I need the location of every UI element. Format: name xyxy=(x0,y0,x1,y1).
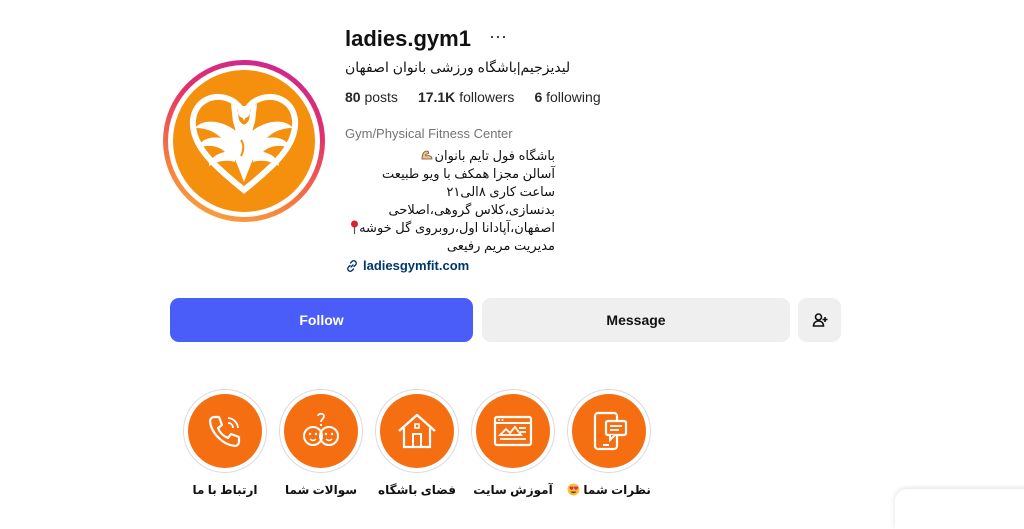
profile-category: Gym/Physical Fitness Center xyxy=(345,126,513,141)
posts-stat[interactable]: 80 posts xyxy=(345,89,398,105)
highlight-cover xyxy=(572,394,646,468)
highlight-label: ارتباط با ما xyxy=(192,483,258,497)
bio-line: ساعت کاری ۸الی۲۱ xyxy=(446,184,555,199)
more-options-button[interactable]: ··· xyxy=(489,26,507,47)
feedback-phone-icon xyxy=(593,411,628,451)
highlight-label: سوالات شما xyxy=(284,483,358,497)
following-stat[interactable]: 6 following xyxy=(534,89,600,105)
message-button[interactable]: Message xyxy=(482,298,790,342)
bio-line-text: اصفهان،آپادانا اول،روبروی گل خوشه xyxy=(359,220,555,235)
winged-heart-logo-icon xyxy=(189,93,299,194)
highlight-item[interactable]: آموزش سایت xyxy=(471,389,555,497)
highlight-ring xyxy=(183,389,267,473)
heart-eyes-emoji-icon xyxy=(567,483,580,496)
followers-count: 17.1K xyxy=(417,89,456,105)
highlight-cover xyxy=(380,394,454,468)
highlight-item[interactable]: فضای باشگاه xyxy=(375,389,459,497)
link-icon xyxy=(347,259,357,272)
flexed-biceps-icon xyxy=(422,150,433,160)
profile-stats: 80 posts 17.1K followers 6 following xyxy=(345,89,601,105)
following-count: 6 xyxy=(534,89,543,105)
followers-stat[interactable]: 17.1K followers xyxy=(418,89,515,105)
followers-label: followers xyxy=(459,89,515,105)
avatar-gap xyxy=(168,65,320,217)
website-link-text: ladiesgymfit.com xyxy=(363,258,470,273)
highlight-label: نظرات شما xyxy=(567,483,651,497)
house-icon xyxy=(398,413,436,449)
highlight-ring xyxy=(471,389,555,473)
bio-line: آسالن مجزا همکف با ویو طبیعت xyxy=(382,166,555,181)
suggest-accounts-button[interactable] xyxy=(798,298,841,342)
profile-full-name: لیدیزجیم|باشگاه ورزشی بانوان اصفهان xyxy=(345,59,571,75)
posts-count: 80 xyxy=(345,89,361,105)
following-label: following xyxy=(546,89,601,105)
highlight-ring xyxy=(279,389,363,473)
profile-website-link[interactable]: ladiesgymfit.com xyxy=(345,258,469,273)
round-pushpin-icon xyxy=(351,220,359,234)
posts-label: posts xyxy=(364,89,398,105)
bio-line: مدیریت مریم رفیعی xyxy=(446,238,555,253)
question-faces-icon xyxy=(303,412,339,446)
highlight-ring xyxy=(375,389,459,473)
highlight-cover xyxy=(284,394,358,468)
highlight-label: آموزش سایت xyxy=(473,483,553,497)
highlight-item[interactable]: ارتباط با ما xyxy=(183,389,267,497)
highlight-ring xyxy=(567,389,651,473)
gym-logo-image xyxy=(173,70,315,212)
messages-panel-edge[interactable] xyxy=(895,489,1024,529)
highlight-item[interactable]: سوالات شما xyxy=(279,389,363,497)
website-icon xyxy=(493,415,533,447)
profile-avatar[interactable] xyxy=(163,60,325,222)
follow-button[interactable]: Follow xyxy=(170,298,473,342)
profile-bio: باشگاه فول تایم بانوان آسالن مجزا همکف ب… xyxy=(345,147,555,255)
highlight-item[interactable]: نظرات شما xyxy=(567,389,651,497)
person-add-icon xyxy=(812,313,827,327)
phone-call-icon xyxy=(208,415,241,448)
highlight-label-text: نظرات شما xyxy=(583,483,651,497)
highlight-cover xyxy=(476,394,550,468)
bio-line-text: باشگاه فول تایم بانوان xyxy=(434,148,555,163)
highlight-label: فضای باشگاه xyxy=(378,483,456,497)
bio-line: اصفهان،آپادانا اول،روبروی گل خوشه xyxy=(345,219,555,237)
profile-username: ladies.gym1 xyxy=(345,26,471,51)
highlight-cover xyxy=(188,394,262,468)
bio-line: باشگاه فول تایم بانوان xyxy=(345,147,555,165)
bio-line: بدنسازی،کلاس گروهی،اصلاحی xyxy=(388,202,556,217)
